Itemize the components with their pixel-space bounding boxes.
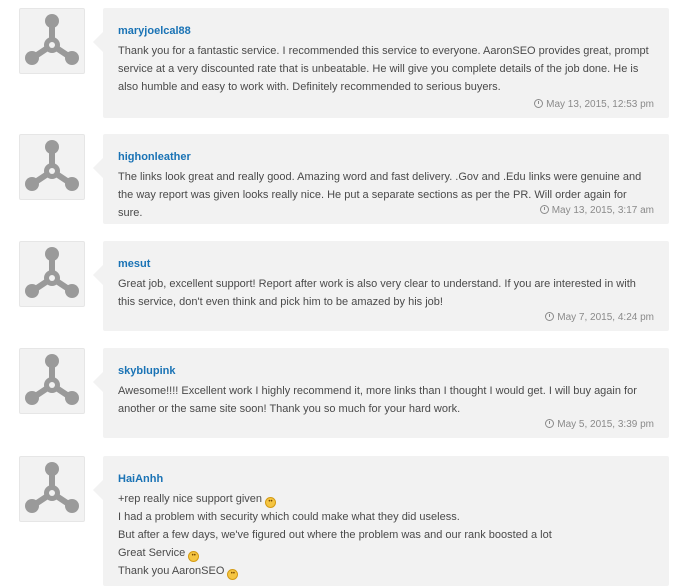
review-bubble: HaiAnhh +rep really nice support given ••…	[93, 456, 669, 586]
review-date-text: May 13, 2015, 3:17 am	[551, 205, 654, 216]
review-date: May 13, 2015, 3:17 am	[539, 204, 654, 217]
default-avatar-icon	[25, 354, 79, 405]
review-text-line: also humble and easy to work with. Defin…	[118, 81, 501, 93]
smiley-emoji-icon: ••	[188, 551, 200, 562]
review-text-line: The links look great and really good. Am…	[118, 171, 642, 183]
review-text-line: Great Service ••	[118, 544, 654, 562]
review-date-text: May 5, 2015, 3:39 pm	[557, 419, 654, 430]
default-avatar-icon	[25, 140, 79, 191]
review-text-line: service at a very discounted rate that i…	[118, 63, 639, 75]
review-bubble: highonleather The links look great and r…	[93, 134, 669, 224]
clock-icon	[534, 99, 544, 108]
review-date-text: May 7, 2015, 4:24 pm	[557, 312, 654, 323]
smiley-emoji-icon: ••	[227, 569, 239, 580]
review-text-line: this service, don't even think and pick …	[118, 296, 443, 308]
review-text-line: Thank you AaronSEO ••	[118, 562, 654, 580]
review-username[interactable]: highonleather	[118, 150, 191, 164]
clock-icon	[545, 419, 555, 428]
avatar[interactable]	[19, 348, 85, 414]
review-username[interactable]: HaiAnhh	[118, 472, 163, 486]
review-username[interactable]: skyblupink	[118, 364, 175, 378]
review-text-line: Great job, excellent support! Report aft…	[118, 278, 636, 290]
review-bubble: maryjoelcal88 Thank you for a fantastic …	[93, 8, 669, 118]
review-bubble: mesut Great job, excellent support! Repo…	[93, 241, 669, 331]
review-date: May 7, 2015, 4:24 pm	[545, 311, 654, 324]
smiley-emoji-icon: ••	[265, 497, 276, 508]
review-date: May 13, 2015, 12:53 pm	[534, 98, 654, 111]
review-text-line: Thank you for a fantastic service. I rec…	[118, 45, 649, 57]
clock-icon	[539, 205, 549, 214]
review-text-line: I had a problem with security which coul…	[118, 511, 460, 523]
review-text-line: Awesome!!!! Excellent work I highly reco…	[118, 385, 637, 397]
default-avatar-icon	[25, 247, 79, 298]
review-text-segment: Thank you AaronSEO	[118, 565, 225, 577]
avatar[interactable]	[19, 241, 85, 307]
review-bubble: skyblupink Awesome!!!! Excellent work I …	[93, 348, 669, 438]
review-username[interactable]: mesut	[118, 257, 150, 271]
review-text-line: But after a few days, we've figured out …	[118, 529, 552, 541]
avatar[interactable]	[19, 456, 85, 522]
review-date: May 5, 2015, 3:39 pm	[545, 418, 654, 431]
review-username[interactable]: maryjoelcal88	[118, 24, 191, 38]
review-text-segment: Great Service	[118, 547, 186, 559]
default-avatar-icon	[25, 462, 79, 513]
review-text-line: +rep really nice support given ••	[118, 490, 654, 508]
clock-icon	[545, 312, 555, 321]
review-date-text: May 13, 2015, 12:53 pm	[546, 99, 654, 110]
review-text-segment: +rep really nice support given	[118, 493, 262, 505]
avatar[interactable]	[19, 8, 85, 74]
avatar[interactable]	[19, 134, 85, 200]
default-avatar-icon	[25, 14, 79, 65]
review-text-line: another or the same site soon! Thank you…	[118, 403, 461, 415]
